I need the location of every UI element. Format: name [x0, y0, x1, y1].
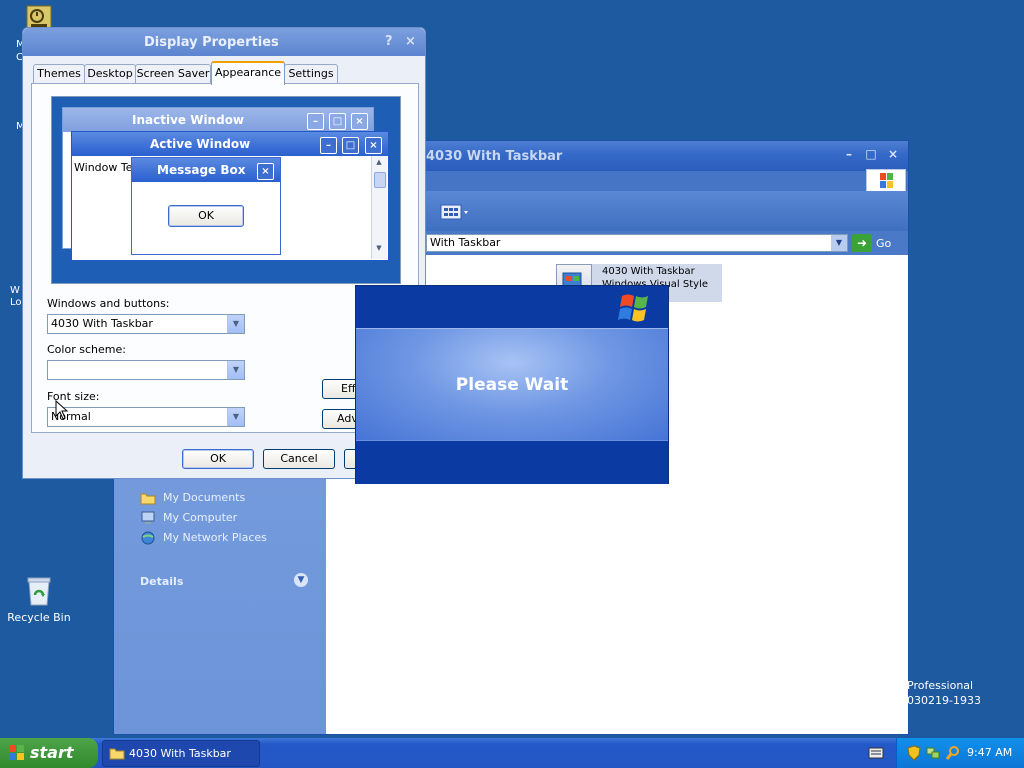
tab-themes[interactable]: Themes [33, 64, 85, 83]
taskbar-item-explorer[interactable]: 4030 With Taskbar [102, 740, 260, 767]
tab-screen-saver[interactable]: Screen Saver [135, 64, 211, 83]
file-name: 4030 With Taskbar [602, 266, 695, 277]
effects-label: Eff [341, 382, 356, 395]
maximize-icon: □ [329, 113, 346, 130]
tab-desktop[interactable]: Desktop [84, 64, 136, 83]
preview-scrollbar: ▲ ▼ [371, 156, 387, 259]
go-arrow-icon[interactable]: ➜ [852, 234, 872, 252]
close-icon: × [257, 163, 274, 180]
my-network-places-link[interactable]: My Network Places [163, 531, 267, 544]
start-label: start [30, 743, 74, 762]
windows-logo-box [866, 169, 906, 193]
preview-message-box: Message Box × OK [131, 157, 281, 255]
edition-watermark: Professional [907, 679, 974, 692]
close-button[interactable]: × [886, 147, 900, 161]
scroll-thumb [374, 172, 386, 188]
minimize-icon: – [307, 113, 324, 130]
my-documents-link[interactable]: My Documents [163, 491, 245, 504]
active-title: Active Window [150, 137, 251, 151]
chevron-down-icon[interactable]: ▼ [227, 315, 244, 333]
splash-top-band [356, 286, 668, 328]
minimize-icon: – [320, 137, 337, 154]
details-header[interactable]: Details [140, 575, 183, 588]
help-icon[interactable]: ? [385, 34, 393, 49]
start-button[interactable]: start [0, 738, 98, 768]
my-computer-icon [140, 511, 156, 525]
keyboard-icon[interactable] [868, 746, 884, 763]
my-network-places-icon [140, 531, 156, 545]
color-scheme-select[interactable]: ▼ [47, 360, 245, 380]
taskbar-item-label: 4030 With Taskbar [129, 747, 231, 760]
maximize-icon: □ [342, 137, 359, 154]
build-watermark: 030219-1933 [907, 694, 981, 707]
close-icon: × [365, 137, 382, 154]
windows-buttons-value: 4030 With Taskbar [51, 317, 153, 330]
search-icon[interactable] [945, 745, 961, 764]
scroll-down-arrow-icon: ▼ [376, 244, 382, 252]
appearance-preview: Inactive Window – □ × Active Window – □ … [51, 96, 401, 284]
close-icon: × [351, 113, 368, 130]
splash-bottom-band [356, 440, 668, 484]
explorer-title: 4030 With Taskbar [426, 149, 563, 164]
security-shield-icon[interactable] [907, 745, 921, 764]
address-dropdown-button[interactable]: ▼ [831, 235, 847, 251]
mouse-cursor-icon [55, 399, 69, 423]
tab-settings[interactable]: Settings [284, 64, 338, 83]
my-computer-link[interactable]: My Computer [163, 511, 237, 524]
taskbar: start 4030 With Taskbar 9:47 AM [0, 738, 1024, 768]
address-input[interactable]: With Taskbar ▼ [426, 234, 848, 252]
address-value: With Taskbar [430, 236, 501, 249]
font-size-select[interactable]: Normal ▼ [47, 407, 245, 427]
chevron-down-icon[interactable]: ▼ [227, 408, 244, 426]
windows-flag-icon [8, 744, 26, 766]
maximize-button[interactable]: □ [864, 147, 878, 161]
message-box-title-bar: Message Box × [132, 158, 280, 182]
windows-flag-icon [880, 173, 893, 188]
dialog-title-bar[interactable]: Display Properties ? × [23, 28, 425, 56]
folder-icon [109, 746, 125, 763]
active-title-bar: Active Window – □ × [72, 132, 388, 156]
windows-buttons-label: Windows and buttons: [47, 297, 170, 310]
my-documents-icon [140, 491, 156, 505]
minimize-button[interactable]: – [842, 147, 856, 161]
scroll-up-arrow-icon: ▲ [376, 158, 382, 166]
inactive-title: Inactive Window [132, 113, 245, 127]
windows-logo-icon [618, 292, 656, 327]
chevron-down-icon[interactable]: ▼ [227, 361, 244, 379]
close-icon[interactable]: × [405, 34, 416, 49]
message-box-ok-button: OK [168, 205, 244, 227]
windows-buttons-select[interactable]: 4030 With Taskbar ▼ [47, 314, 245, 334]
inactive-title-bar: Inactive Window – □ × [63, 108, 373, 132]
color-scheme-label: Color scheme: [47, 343, 126, 356]
dialog-title: Display Properties [144, 35, 279, 50]
clock[interactable]: 9:47 AM [967, 746, 1012, 759]
recycle-bin-desktop-icon[interactable]: Recycle Bin [4, 575, 74, 624]
cancel-button[interactable]: Cancel [263, 449, 335, 469]
network-icon[interactable] [925, 745, 941, 764]
views-icon [440, 204, 468, 220]
go-label[interactable]: Go [876, 237, 891, 250]
tab-appearance[interactable]: Appearance [211, 61, 285, 85]
chevron-down-icon[interactable]: ▼ [294, 573, 308, 587]
views-button[interactable] [440, 203, 470, 221]
system-tray: 9:47 AM [896, 738, 1024, 768]
message-box-title: Message Box [157, 163, 246, 177]
recycle-bin-label: Recycle Bin [7, 611, 71, 624]
please-wait-message: Please Wait [455, 375, 569, 395]
advanced-label: Adv [337, 412, 358, 425]
please-wait-splash: Please Wait [355, 285, 669, 484]
desktop-icon-label-partial: W Lo [10, 285, 22, 308]
recycle-bin-icon [25, 575, 53, 606]
ok-button[interactable]: OK [182, 449, 254, 469]
